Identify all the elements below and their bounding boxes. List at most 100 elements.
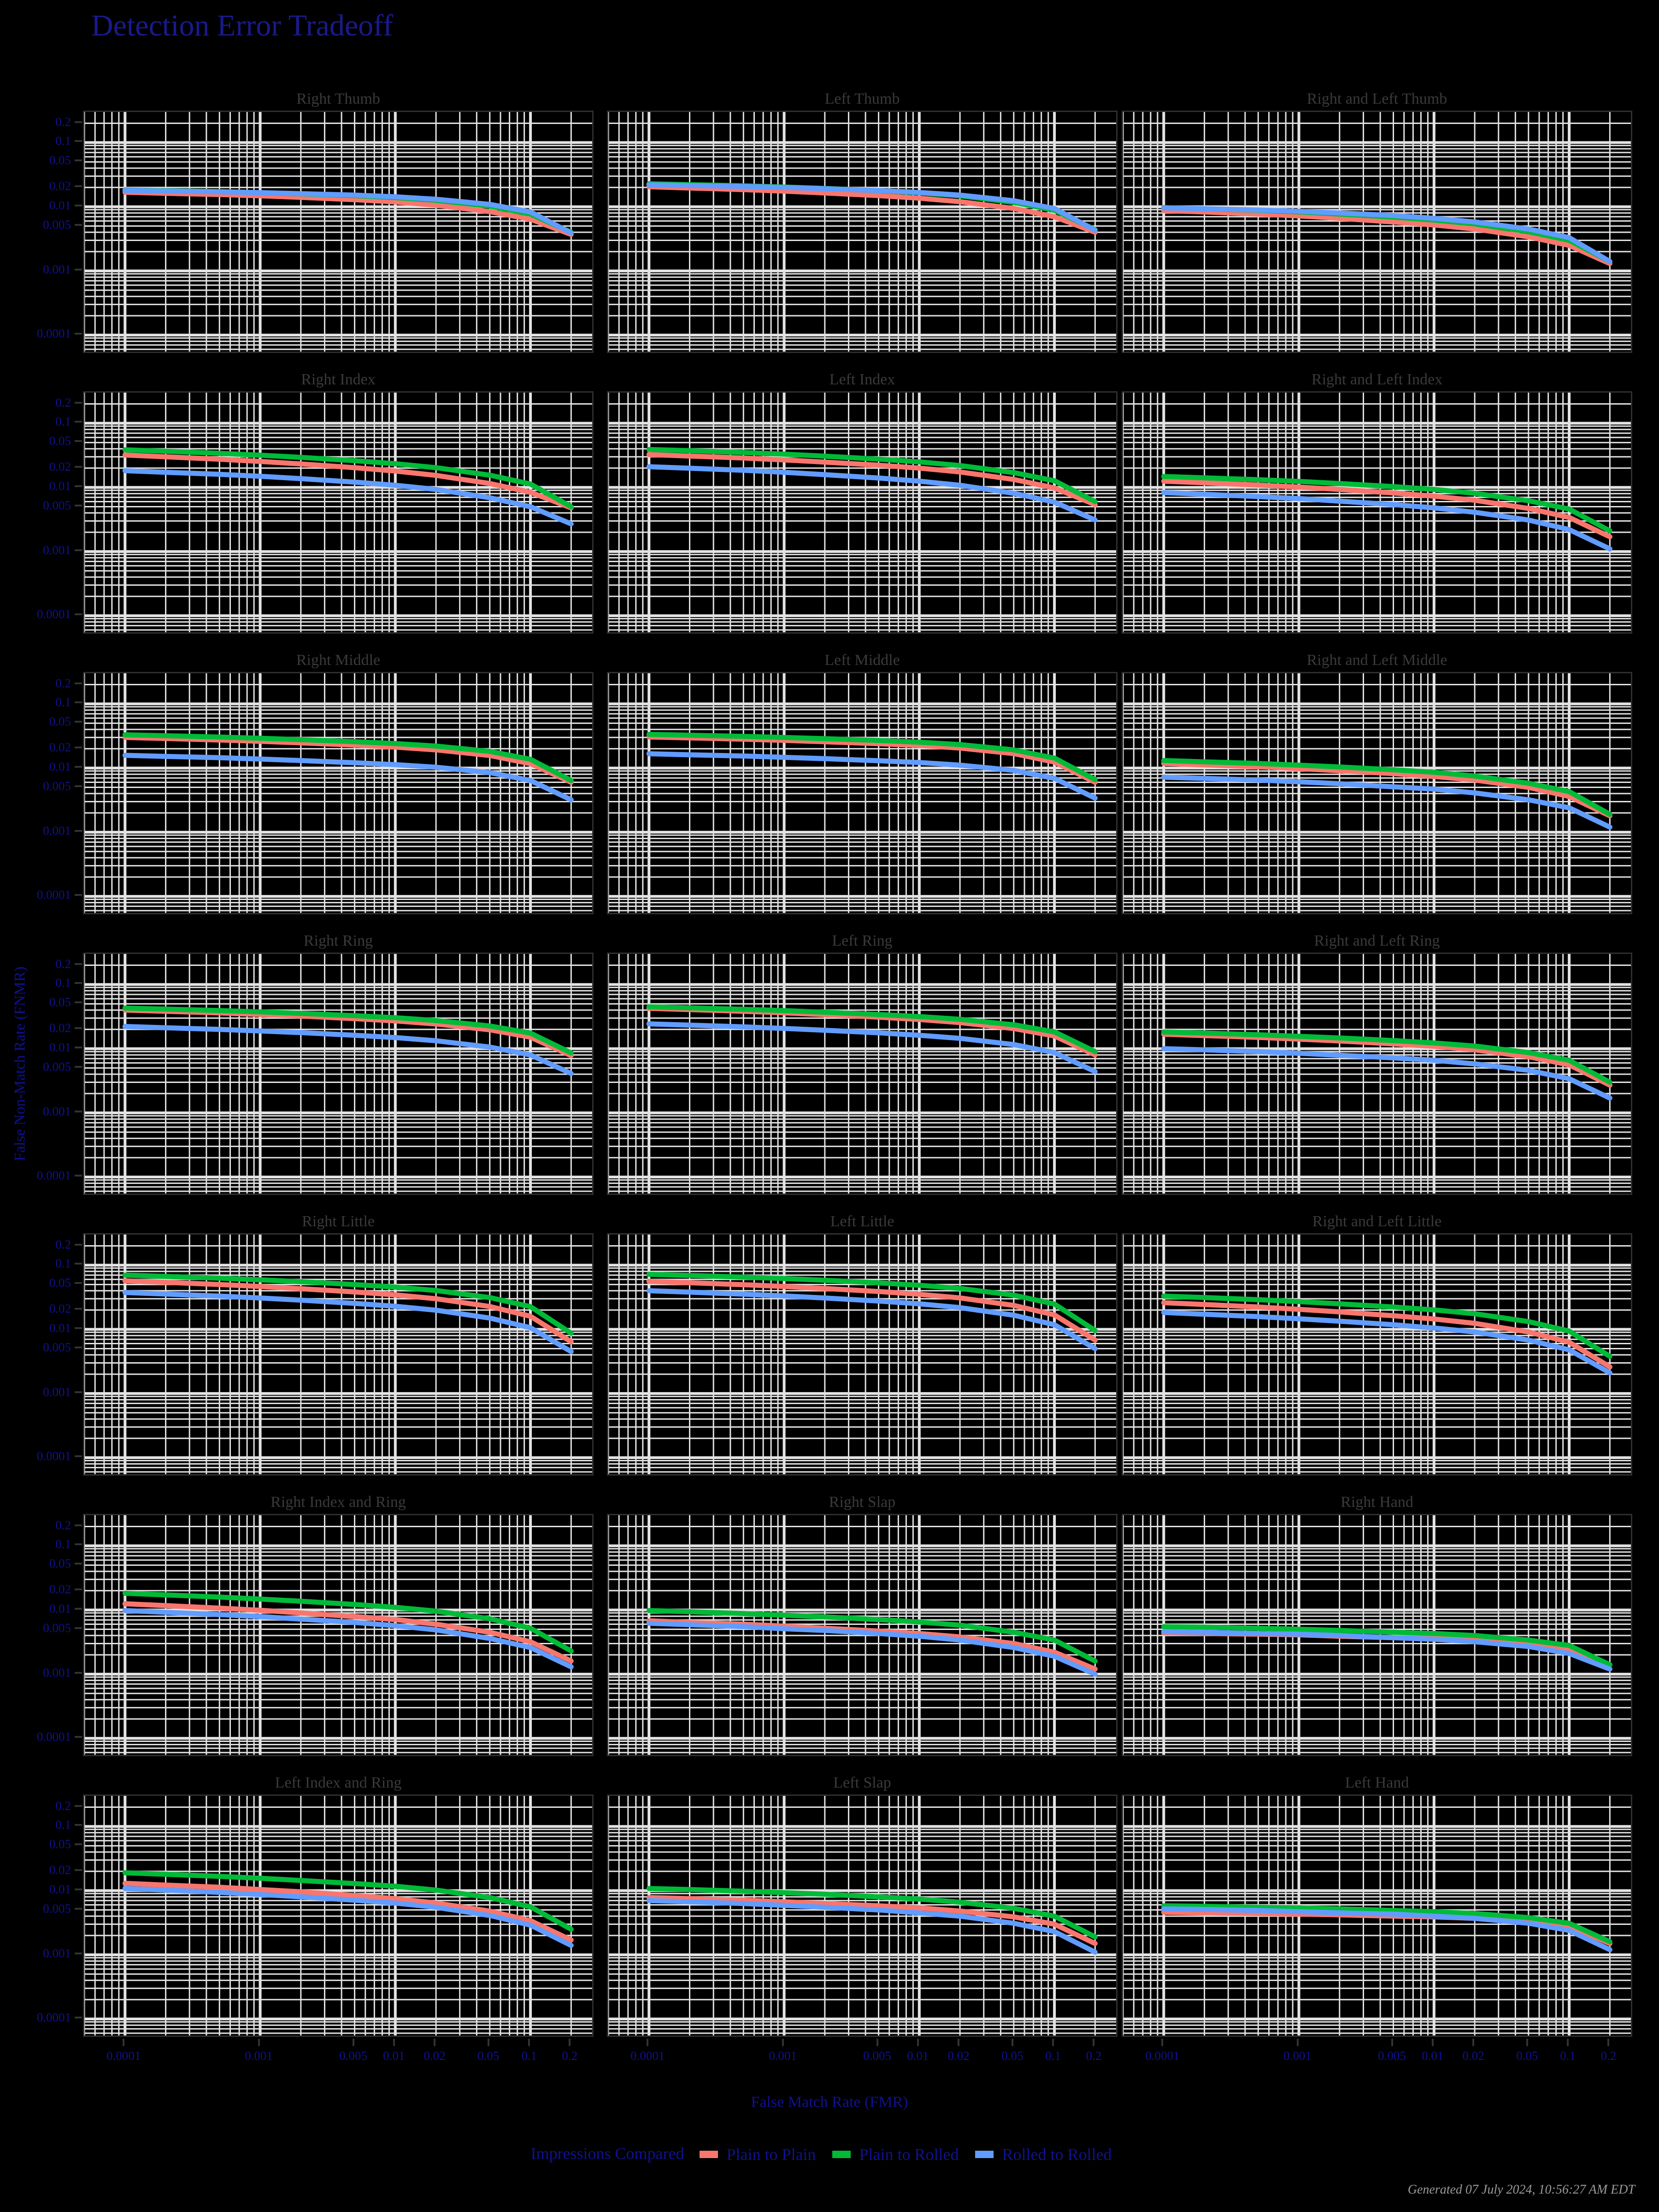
gridlines bbox=[608, 393, 1116, 632]
y-tick-label: 0.02 bbox=[49, 459, 71, 474]
x-tick-label: 0.0001 bbox=[106, 2049, 141, 2063]
y-tick-label: 0.02 bbox=[49, 740, 71, 754]
x-tick-mark bbox=[434, 2039, 436, 2046]
y-tick-mark bbox=[75, 159, 82, 162]
x-tick-mark bbox=[1052, 2039, 1054, 2046]
y-tick-mark bbox=[75, 1627, 82, 1629]
y-tick-label: 0.1 bbox=[55, 976, 71, 990]
gridlines bbox=[608, 1796, 1116, 2036]
x-tick-mark bbox=[393, 2039, 395, 2046]
x-tick-mark bbox=[528, 2039, 530, 2046]
facet-panel: Left Thumb bbox=[607, 90, 1118, 353]
y-tick-mark bbox=[75, 1001, 82, 1004]
facet-panel: Right Thumb bbox=[83, 90, 594, 353]
y-tick-mark bbox=[75, 1888, 82, 1890]
y-tick-label: 0.02 bbox=[49, 1863, 71, 1877]
y-axis-title: False Non-Match Rate (FNMR) bbox=[12, 966, 29, 1161]
y-tick-label: 0.1 bbox=[55, 695, 71, 709]
x-tick-label: 0.001 bbox=[245, 2049, 273, 2063]
y-tick-mark bbox=[75, 1391, 82, 1393]
y-tick-mark bbox=[75, 1307, 82, 1310]
facet-panel: Right and Left Index bbox=[1122, 371, 1632, 634]
y-tick-label: 0.1 bbox=[55, 414, 71, 429]
y-tick-label: 0.005 bbox=[43, 1059, 71, 1074]
facet-panel: Right and Left Ring bbox=[1122, 932, 1632, 1195]
x-tick-label: 0.05 bbox=[1001, 2049, 1024, 2063]
y-tick-label: 0.001 bbox=[43, 1385, 71, 1399]
y-tick-label: 0.005 bbox=[43, 779, 71, 793]
y-tick-label: 0.01 bbox=[49, 198, 71, 212]
x-tick-label: 0.01 bbox=[383, 2049, 405, 2063]
facet-panel: Left Index bbox=[607, 371, 1118, 634]
y-tick-label: 0.2 bbox=[55, 395, 71, 410]
x-tick-mark bbox=[782, 2039, 784, 2046]
legend-item-1[interactable]: Plain to Rolled bbox=[832, 2143, 959, 2164]
x-tick-mark bbox=[1567, 2039, 1569, 2046]
y-tick-label: 0.005 bbox=[43, 1340, 71, 1354]
y-tick-label: 0.05 bbox=[49, 153, 71, 167]
series-line bbox=[1161, 1310, 1612, 1376]
y-tick-label: 0.02 bbox=[49, 1582, 71, 1596]
panel-title: Right Hand bbox=[1341, 1494, 1413, 1511]
series-line bbox=[646, 1621, 1098, 1677]
y-tick-mark bbox=[75, 1346, 82, 1348]
y-tick-label: 0.2 bbox=[55, 676, 71, 690]
legend-item-2[interactable]: Rolled to Rolled bbox=[975, 2143, 1112, 2164]
y-tick-label: 0.05 bbox=[49, 714, 71, 729]
y-tick-label: 0.01 bbox=[49, 1321, 71, 1335]
x-tick-mark bbox=[647, 2039, 649, 2046]
y-tick-label: 0.2 bbox=[55, 1518, 71, 1532]
y-tick-mark bbox=[75, 504, 82, 506]
y-tick-label: 0.0001 bbox=[36, 2010, 71, 2024]
gridlines bbox=[84, 1515, 592, 1755]
gridlines bbox=[84, 954, 592, 1194]
y-tick-mark bbox=[75, 682, 82, 684]
legend-item-0[interactable]: Plain to Plain bbox=[700, 2143, 816, 2164]
x-tick-label: 0.2 bbox=[1086, 2049, 1102, 2063]
footer-timestamp: Generated 07 July 2024, 10:56:27 AM EDT bbox=[1407, 2183, 1635, 2197]
y-tick-mark bbox=[75, 785, 82, 787]
gridlines bbox=[608, 954, 1116, 1194]
x-tick-mark bbox=[1011, 2039, 1013, 2046]
y-tick-label: 0.1 bbox=[55, 134, 71, 148]
series-line bbox=[1161, 1629, 1612, 1672]
panel-title: Left Ring bbox=[832, 932, 893, 949]
x-tick-mark bbox=[352, 2039, 354, 2046]
panel-title: Left Little bbox=[830, 1213, 894, 1230]
y-tick-mark bbox=[75, 333, 82, 335]
gridlines bbox=[608, 112, 1116, 352]
y-tick-label: 0.05 bbox=[49, 434, 71, 448]
y-tick-mark bbox=[75, 1065, 82, 1068]
y-tick-label: 0.01 bbox=[49, 1601, 71, 1616]
x-tick-label: 0.1 bbox=[521, 2049, 537, 2063]
y-tick-label: 0.1 bbox=[55, 1537, 71, 1551]
legend-item-label: Plain to Rolled bbox=[859, 2145, 959, 2164]
y-tick-mark bbox=[75, 1027, 82, 1029]
facet-panel: Right Slap bbox=[607, 1494, 1118, 1756]
x-tick-label: 0.01 bbox=[1422, 2049, 1444, 2063]
y-tick-mark bbox=[75, 1824, 82, 1826]
plot-area bbox=[607, 953, 1118, 1195]
x-tick-label: 0.005 bbox=[1378, 2049, 1406, 2063]
y-tick-label: 0.05 bbox=[49, 1276, 71, 1290]
y-tick-mark bbox=[75, 485, 82, 487]
y-tick-mark bbox=[75, 1805, 82, 1807]
gridlines bbox=[84, 673, 592, 913]
y-tick-mark bbox=[75, 1952, 82, 1954]
y-tick-mark bbox=[75, 613, 82, 616]
panel-title: Right Index and Ring bbox=[271, 1494, 406, 1511]
y-tick-label: 0.02 bbox=[49, 1301, 71, 1316]
plot-area bbox=[1122, 111, 1632, 353]
panel-title: Right and Left Thumb bbox=[1306, 90, 1447, 107]
y-tick-mark bbox=[75, 465, 82, 468]
facet-panel: Right Hand bbox=[1122, 1494, 1632, 1756]
x-tick-label: 0.001 bbox=[769, 2049, 797, 2063]
y-tick-mark bbox=[75, 701, 82, 704]
legend-swatch-icon bbox=[975, 2150, 994, 2158]
y-tick-mark bbox=[75, 1455, 82, 1458]
y-tick-label: 0.01 bbox=[49, 759, 71, 774]
series-line bbox=[1161, 478, 1612, 540]
plot-area bbox=[83, 953, 594, 1195]
panel-title: Left Index and Ring bbox=[275, 1774, 402, 1791]
series-line bbox=[1161, 1300, 1612, 1370]
